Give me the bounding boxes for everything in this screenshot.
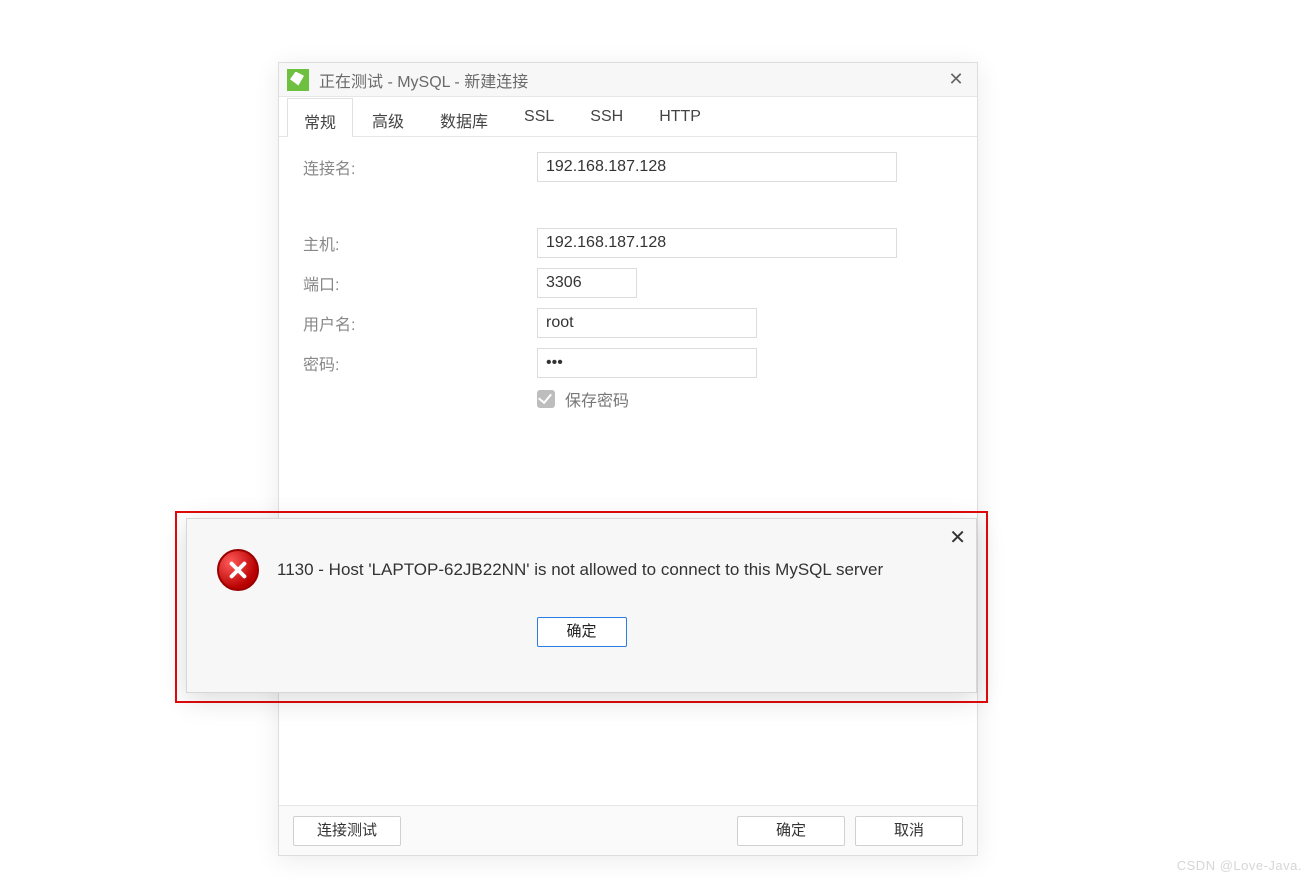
password-field[interactable] (537, 348, 757, 378)
ok-button[interactable]: 确定 (737, 816, 845, 846)
close-icon[interactable]: ✕ (949, 525, 966, 550)
tab-label: SSH (590, 108, 623, 125)
save-password-label: 保存密码 (565, 387, 629, 411)
tab-general[interactable]: 常规 (287, 98, 353, 137)
close-icon[interactable]: ✕ (943, 69, 969, 90)
tab-label: 数据库 (440, 114, 488, 131)
save-password-row[interactable]: 保存密码 (537, 387, 953, 411)
password-label: 密码: (303, 351, 537, 375)
cancel-button[interactable]: 取消 (855, 816, 963, 846)
connection-name-label: 连接名: (303, 155, 537, 179)
connection-dialog: 正在测试 - MySQL - 新建连接 ✕ 常规 高级 数据库 SSL SSH … (278, 62, 978, 856)
port-label: 端口: (303, 271, 537, 295)
error-body: 1130 - Host 'LAPTOP-62JB22NN' is not all… (187, 519, 976, 591)
tab-database[interactable]: 数据库 (423, 97, 505, 136)
tab-advanced[interactable]: 高级 (355, 97, 421, 136)
watermark: CSDN @Love-Java. (1177, 858, 1302, 873)
dialog-footer: 连接测试 确定 取消 (279, 805, 977, 855)
save-password-checkbox[interactable] (537, 390, 555, 408)
error-dialog: ✕ 1130 - Host 'LAPTOP-62JB22NN' is not a… (186, 518, 977, 693)
host-label: 主机: (303, 231, 537, 255)
test-connection-button[interactable]: 连接测试 (293, 816, 401, 846)
form-panel: 连接名: 主机: 端口: 用户名: 密码: 保存密码 (279, 137, 977, 411)
tab-label: 常规 (304, 115, 336, 132)
tab-ssl[interactable]: SSL (507, 97, 571, 136)
connection-name-field[interactable] (537, 152, 897, 182)
tab-ssh[interactable]: SSH (573, 97, 640, 136)
tab-label: SSL (524, 108, 554, 125)
user-label: 用户名: (303, 311, 537, 335)
error-ok-button[interactable]: 确定 (537, 617, 627, 647)
error-icon (217, 549, 259, 591)
port-field[interactable] (537, 268, 637, 298)
window-title: 正在测试 - MySQL - 新建连接 (319, 68, 943, 92)
tab-bar: 常规 高级 数据库 SSL SSH HTTP (279, 97, 977, 137)
error-message: 1130 - Host 'LAPTOP-62JB22NN' is not all… (277, 560, 883, 580)
error-highlight-box: ✕ 1130 - Host 'LAPTOP-62JB22NN' is not a… (175, 511, 988, 703)
host-field[interactable] (537, 228, 897, 258)
app-icon (287, 69, 309, 91)
tab-label: 高级 (372, 114, 404, 131)
titlebar: 正在测试 - MySQL - 新建连接 ✕ (279, 63, 977, 97)
user-field[interactable] (537, 308, 757, 338)
tab-label: HTTP (659, 108, 701, 125)
tab-http[interactable]: HTTP (642, 97, 718, 136)
error-footer: 确定 (187, 617, 976, 647)
